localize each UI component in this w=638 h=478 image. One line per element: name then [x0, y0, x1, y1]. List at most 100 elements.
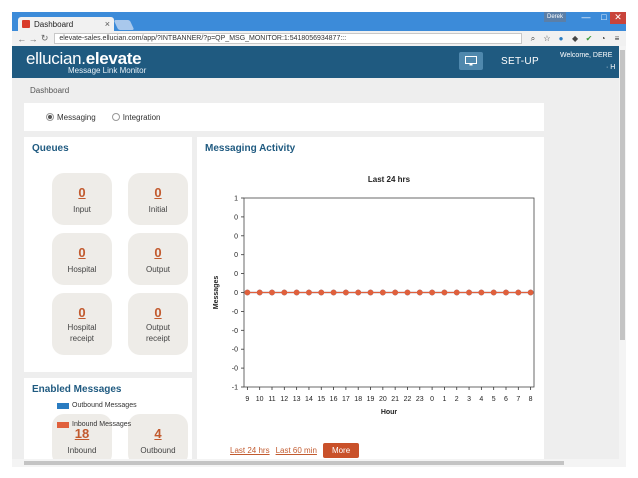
x-tick-label: 17: [342, 396, 350, 403]
x-tick-label: 16: [330, 396, 338, 403]
y-tick-label: -0: [232, 309, 238, 316]
queue-count[interactable]: 0: [128, 305, 188, 320]
close-window-button[interactable]: ✕: [610, 12, 626, 24]
queue-tile-hospital-receipt[interactable]: 0 Hospital receipt: [52, 293, 112, 355]
data-point-inbound: [441, 289, 448, 296]
x-tick-label: 6: [504, 396, 508, 403]
queue-tile-initial[interactable]: 0 Initial: [128, 173, 188, 225]
data-point-inbound: [466, 289, 472, 296]
extension-check-icon[interactable]: ✔: [584, 34, 594, 44]
minimize-button[interactable]: —: [577, 12, 595, 24]
extension-history-icon[interactable]: ◔: [598, 34, 608, 44]
integration-option[interactable]: Integration: [111, 113, 161, 122]
x-tick-label: 0: [430, 396, 434, 403]
x-tick-label: 4: [479, 396, 483, 403]
horizontal-scroll-thumb[interactable]: [24, 461, 564, 465]
extension-circle-icon[interactable]: ●: [556, 34, 566, 44]
address-bar[interactable]: elevate-sales.ellucian.com/app/?INTBANNE…: [54, 33, 523, 44]
y-tick-label: 0: [234, 214, 238, 221]
last-24-hrs-link[interactable]: Last 24 hrs: [230, 446, 270, 455]
y-tick-label: 0: [234, 252, 238, 259]
legend-label: Inbound Messages: [72, 421, 132, 428]
data-point-inbound: [379, 289, 386, 296]
legend-item-outbound[interactable]: Outbound Messages: [57, 402, 137, 409]
queue-count[interactable]: 0: [128, 245, 188, 260]
last-60-min-link[interactable]: Last 60 min: [276, 446, 317, 455]
tab-strip: Dashboard × Derek — □ ✕: [12, 12, 626, 31]
zoom-icon[interactable]: ⌕: [528, 34, 538, 44]
queue-label: Hospital: [67, 265, 97, 274]
x-tick-label: 23: [416, 396, 424, 403]
messaging-activity-chart: Last 24 hrs100000-0-0-0-0-19 10 11 12 13 14 15…: [213, 175, 535, 416]
data-point-inbound: [490, 289, 497, 296]
bookmark-star-icon[interactable]: ☆: [542, 34, 552, 44]
monitor-icon: [465, 56, 477, 66]
queue-label: Input: [73, 205, 91, 214]
messaging-radio[interactable]: [46, 113, 54, 121]
monitor-button[interactable]: [459, 52, 483, 70]
activity-range-links: Last 24 hrs Last 60 min More: [230, 443, 360, 458]
messaging-option[interactable]: Messaging: [46, 113, 96, 122]
data-point-inbound: [342, 289, 349, 296]
y-tick-label: 1: [234, 196, 238, 203]
welcome-suffix[interactable]: · H: [606, 64, 615, 71]
queue-count[interactable]: 0: [128, 185, 188, 200]
forward-arrow-icon[interactable]: →: [27, 34, 38, 44]
legend-item-inbound[interactable]: Inbound Messages: [57, 421, 131, 428]
horizontal-scrollbar[interactable]: [12, 459, 626, 467]
legend-label: Outbound Messages: [72, 402, 137, 409]
x-tick-label: 12: [280, 396, 288, 403]
x-tick-label: 13: [293, 396, 301, 403]
setup-link[interactable]: SET-UP: [501, 56, 539, 67]
reload-icon[interactable]: ↻: [39, 33, 50, 44]
profile-badge[interactable]: Derek: [544, 12, 567, 22]
x-tick-label: 11: [268, 396, 275, 403]
messaging-activity-panel: Messaging Activity Last 24 hrs 1 0 0 0 0 0 -0 -0…: [197, 137, 544, 467]
app-header: ellucian.elevate Message Link Monitor SE…: [12, 46, 619, 78]
vertical-scroll-thumb[interactable]: [620, 50, 625, 340]
new-tab-button[interactable]: [113, 20, 135, 30]
enabled-label: Outbound: [140, 446, 176, 455]
browser-tab-dashboard[interactable]: Dashboard ×: [18, 17, 114, 31]
queue-count[interactable]: 0: [52, 305, 112, 320]
extension-shield-icon[interactable]: ◆: [570, 34, 580, 44]
integration-radio[interactable]: [111, 113, 120, 121]
data-point-inbound: [269, 289, 275, 296]
legend-swatch-inbound: [57, 421, 69, 428]
data-point-inbound: [318, 289, 325, 296]
data-point-inbound: [281, 289, 288, 296]
y-tick-label: 0: [234, 233, 238, 240]
y-tick-label: 0: [234, 271, 238, 278]
more-button[interactable]: More: [322, 443, 360, 458]
x-tick-label: 18: [354, 396, 362, 403]
browser-toolbar: ← → ↻ elevate-sales.ellucian.com/app/?IN…: [12, 31, 626, 46]
x-tick-label: 9: [245, 396, 249, 403]
data-point-inbound: [244, 289, 251, 296]
queue-count[interactable]: 0: [52, 185, 112, 200]
queue-tile-output-receipt[interactable]: 0 Output receipt: [128, 293, 188, 355]
queue-label: Initial: [148, 205, 168, 214]
x-tick-label: 3: [467, 396, 471, 403]
data-point-inbound: [355, 289, 362, 296]
vertical-scrollbar[interactable]: [619, 46, 626, 459]
breadcrumb[interactable]: Dashboard: [30, 86, 69, 95]
tab-title: Dashboard: [34, 19, 74, 29]
enabled-count[interactable]: 4: [128, 426, 188, 441]
queue-tile-input[interactable]: 0 Input: [52, 173, 112, 225]
queue-tile-output[interactable]: 0 Output: [128, 233, 188, 285]
x-axis-label: Hour: [381, 409, 398, 416]
queues-title: Queues: [32, 143, 69, 154]
x-tick-label: 15: [317, 396, 325, 403]
queue-count[interactable]: 0: [52, 245, 112, 260]
y-tick-label: -0: [232, 347, 238, 354]
y-tick-label: -0: [232, 328, 238, 335]
data-point-inbound: [429, 289, 436, 296]
tab-close-icon[interactable]: ×: [105, 19, 110, 29]
menu-icon[interactable]: ≡: [612, 34, 622, 44]
data-point-inbound: [478, 289, 485, 296]
back-arrow-icon[interactable]: ←: [16, 34, 27, 44]
data-point-inbound: [515, 289, 522, 296]
enabled-count[interactable]: 18: [52, 426, 112, 441]
queue-tile-hospital[interactable]: 0 Hospital: [52, 233, 112, 285]
enabled-label: Inbound: [67, 446, 97, 455]
